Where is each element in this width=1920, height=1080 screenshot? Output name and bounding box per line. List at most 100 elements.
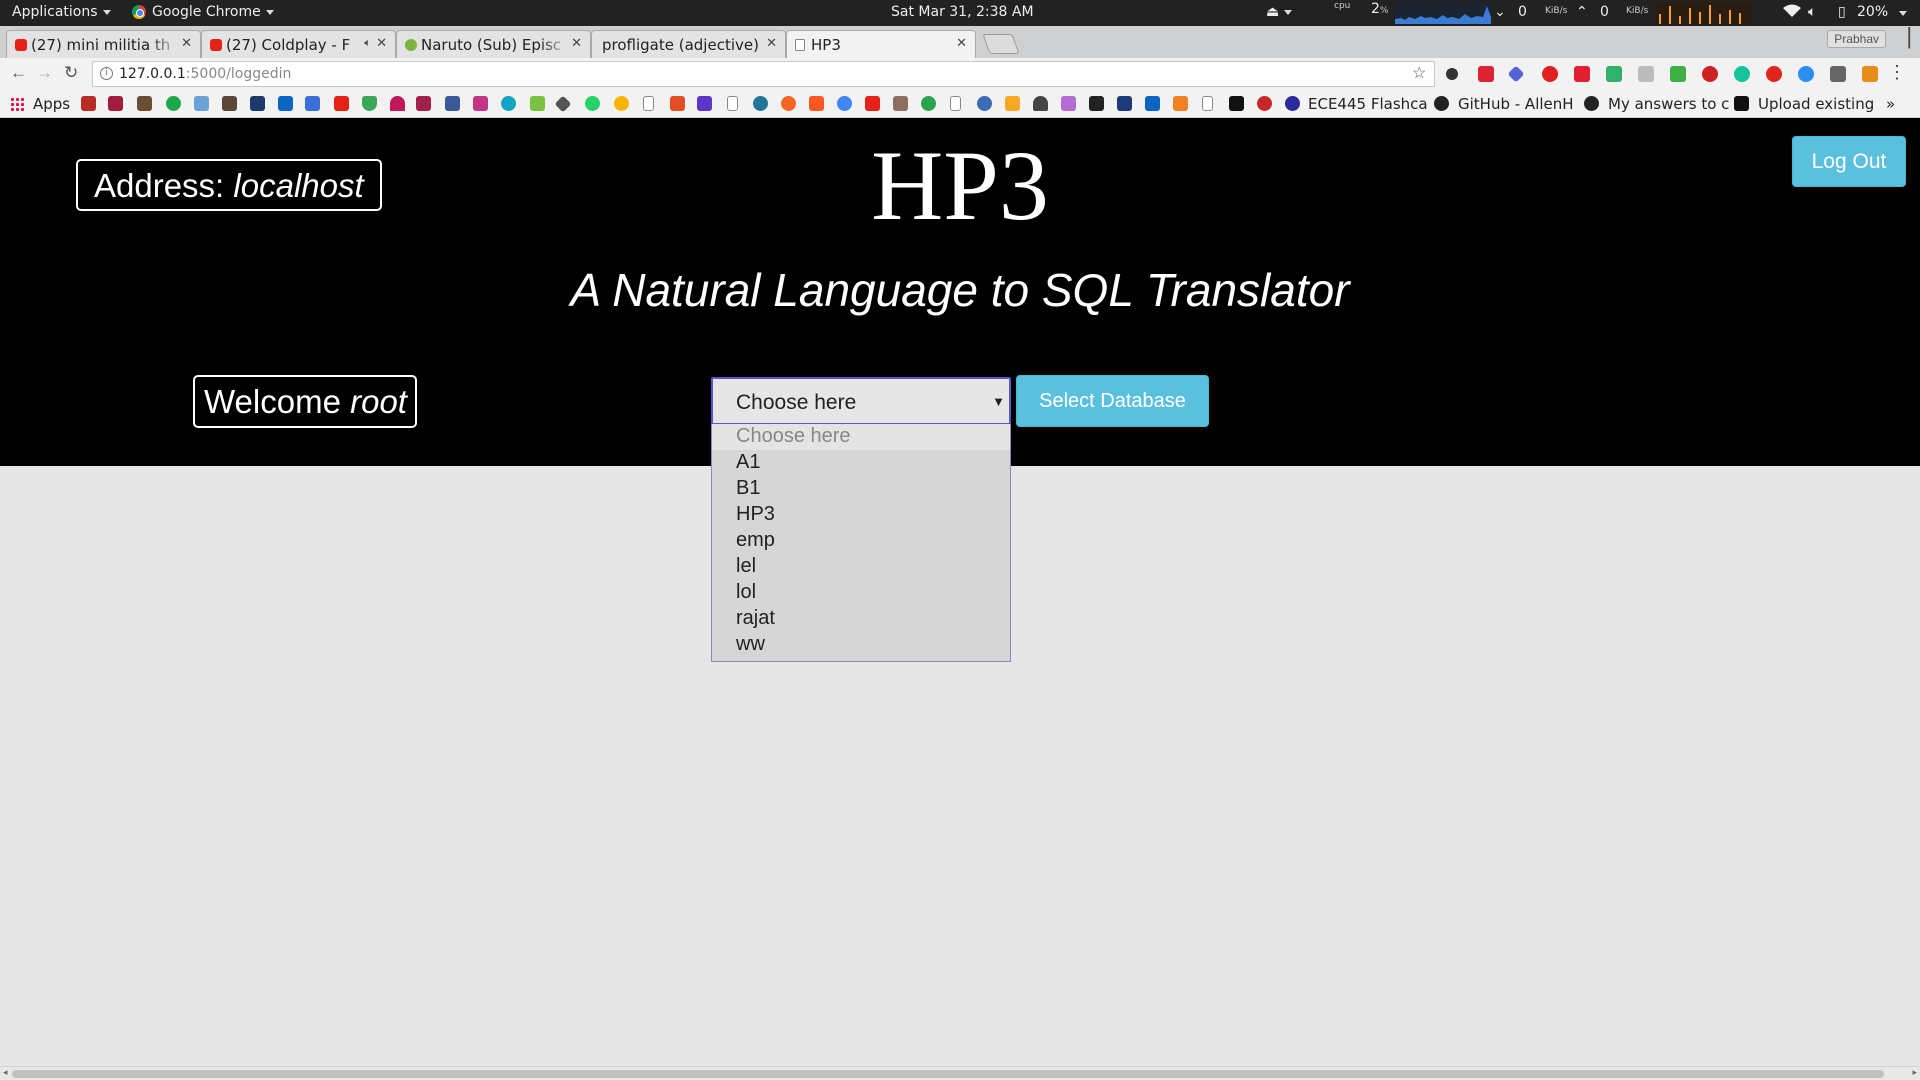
bookmark-icon[interactable] <box>1257 96 1272 111</box>
wordpress-icon[interactable] <box>753 96 768 111</box>
eject-icon[interactable]: ⏏ <box>1266 4 1293 20</box>
tab-profligate[interactable]: profligate (adjective) ✕ <box>591 30 786 58</box>
linkedin-icon[interactable] <box>278 96 293 111</box>
tab-youtube-mini-militia[interactable]: (27) mini militia th ✕ <box>6 30 201 58</box>
dropdown-option[interactable]: lel <box>712 554 1010 580</box>
bookmark-icon[interactable] <box>697 96 712 111</box>
chevron-down-icon[interactable] <box>1899 11 1907 16</box>
close-icon[interactable]: ✕ <box>956 36 967 51</box>
bookmark-icon[interactable] <box>977 96 992 111</box>
bookmark-icon[interactable] <box>1117 96 1132 111</box>
active-app-menu[interactable]: Google Chrome <box>132 4 274 20</box>
terminal-icon[interactable] <box>1089 96 1104 111</box>
bookmark-icon[interactable] <box>670 96 685 111</box>
bookmark-icon[interactable] <box>893 96 908 111</box>
page-icon[interactable] <box>950 96 961 111</box>
google-drive-icon[interactable] <box>362 96 377 111</box>
bookmark-icon[interactable] <box>1061 96 1076 111</box>
bookmark-icon[interactable] <box>554 95 572 113</box>
address-bar[interactable]: i 127.0.0.1:5000/loggedin <box>92 61 1435 87</box>
bookmark-icon[interactable] <box>837 96 852 111</box>
github-icon[interactable] <box>1584 96 1599 111</box>
select-database-button[interactable]: Select Database <box>1016 375 1209 427</box>
bookmark-icon[interactable] <box>614 96 629 111</box>
codechef-icon[interactable] <box>222 96 237 111</box>
scroll-left-icon[interactable]: ◂ <box>3 1067 8 1078</box>
page-icon[interactable] <box>1202 96 1213 111</box>
bookmark-answers[interactable]: My answers to c <box>1608 95 1729 113</box>
extension-icon[interactable] <box>1478 66 1494 82</box>
dropdown-option[interactable]: emp <box>712 528 1010 554</box>
scrollbar-thumb[interactable] <box>12 1070 1884 1078</box>
window-control-icon[interactable]: ▕ <box>1896 28 1910 49</box>
opera-icon[interactable] <box>1766 66 1782 82</box>
page-icon[interactable] <box>727 96 738 111</box>
blogger-icon[interactable] <box>809 96 824 111</box>
dropdown-option[interactable]: lol <box>712 580 1010 606</box>
instagram-icon[interactable] <box>473 96 488 111</box>
wifi-icon[interactable] <box>1783 4 1801 22</box>
clock[interactable]: Sat Mar 31, 2:38 AM <box>891 4 1034 20</box>
applications-menu[interactable]: Applications <box>12 4 111 20</box>
dropdown-option[interactable]: ww <box>712 632 1010 658</box>
medium-icon[interactable] <box>1734 96 1749 111</box>
bookmark-icon[interactable] <box>137 96 152 111</box>
extension-icon[interactable] <box>1606 66 1622 82</box>
extension-icon[interactable] <box>1446 68 1458 80</box>
bookmark-icon[interactable] <box>390 96 405 111</box>
grammarly-icon[interactable] <box>1734 66 1750 82</box>
bookmark-apps[interactable]: Apps <box>33 95 70 113</box>
page-icon[interactable] <box>643 96 654 111</box>
extension-icon[interactable] <box>1798 66 1814 82</box>
bookmark-ece445[interactable]: ECE445 Flashca <box>1308 95 1428 113</box>
new-tab-button[interactable] <box>982 34 1020 54</box>
bookmark-github[interactable]: GitHub - AllenH <box>1458 95 1574 113</box>
horizontal-scrollbar[interactable]: ◂ ▸ <box>0 1066 1920 1080</box>
stackoverflow-icon[interactable] <box>1173 96 1188 111</box>
logout-button[interactable]: Log Out <box>1792 136 1906 187</box>
menu-icon[interactable]: ⋮ <box>1888 62 1906 83</box>
extension-icon[interactable] <box>1574 66 1590 82</box>
speaker-icon[interactable]: 🔈︎ <box>364 36 371 50</box>
apps-icon[interactable] <box>10 97 24 111</box>
dropdown-option[interactable]: A1 <box>712 450 1010 476</box>
bookmark-star-icon[interactable]: ☆ <box>1412 63 1426 83</box>
bookmark-icon[interactable] <box>194 96 209 111</box>
close-icon[interactable]: ✕ <box>181 36 192 51</box>
bookmark-icon[interactable] <box>1005 96 1020 111</box>
dropdown-option[interactable]: B1 <box>712 476 1010 502</box>
whatsapp-icon[interactable] <box>585 96 600 111</box>
adblock-icon[interactable] <box>1702 66 1718 82</box>
gmail-icon[interactable] <box>416 96 431 111</box>
extension-icon[interactable] <box>1638 66 1654 82</box>
quizlet-icon[interactable] <box>1285 96 1300 111</box>
bookmark-icon[interactable] <box>781 96 796 111</box>
bookmark-upload[interactable]: Upload existing <box>1758 95 1874 113</box>
close-icon[interactable]: ✕ <box>571 36 582 51</box>
download-icon[interactable] <box>1670 66 1686 82</box>
back-icon[interactable]: ← <box>10 63 27 83</box>
bookmark-icon[interactable] <box>250 96 265 111</box>
bookmark-icon[interactable] <box>305 96 320 111</box>
facebook-icon[interactable] <box>445 96 460 111</box>
volume-icon[interactable]: 🔈︎ <box>1808 4 1816 20</box>
youtube-icon[interactable] <box>334 96 349 111</box>
bookmarks-overflow-icon[interactable]: » <box>1886 95 1895 113</box>
extension-icon[interactable] <box>1830 66 1846 82</box>
tab-hp3[interactable]: HP3 ✕ <box>786 30 976 58</box>
bookmark-icon[interactable] <box>530 96 545 111</box>
dropdown-option[interactable]: rajat <box>712 606 1010 632</box>
forward-icon[interactable]: → <box>36 63 53 83</box>
youtube-icon[interactable] <box>865 96 880 111</box>
bookmark-icon[interactable] <box>1229 96 1244 111</box>
battery-icon[interactable]: ▯ <box>1838 4 1846 20</box>
hackerrank-icon[interactable] <box>166 96 181 111</box>
dropdown-option[interactable]: HP3 <box>712 502 1010 528</box>
extension-icon[interactable] <box>1862 66 1878 82</box>
bookmark-icon[interactable] <box>1033 96 1048 111</box>
tab-youtube-coldplay[interactable]: (27) Coldplay - F 🔈︎ ✕ <box>201 30 396 58</box>
close-icon[interactable]: ✕ <box>376 36 387 51</box>
bookmark-icon[interactable] <box>921 96 936 111</box>
close-icon[interactable]: ✕ <box>766 36 777 51</box>
github-icon[interactable] <box>1434 96 1449 111</box>
